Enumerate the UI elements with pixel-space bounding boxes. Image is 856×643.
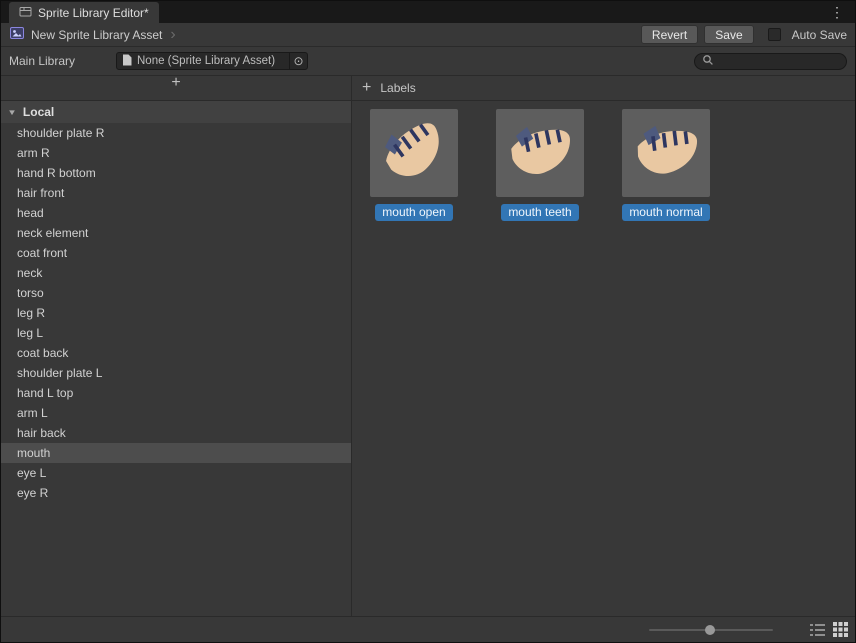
footer-bar [1,616,855,642]
category-item[interactable]: hand L top [1,383,351,403]
categories-header: + Categories [1,76,352,100]
list-view-icon[interactable] [808,621,826,639]
category-item[interactable]: mouth [1,443,351,463]
revert-button[interactable]: Revert [641,25,698,44]
category-item[interactable]: hand R bottom [1,163,351,183]
sprite-label[interactable]: mouth open [375,204,452,221]
breadcrumb[interactable]: New Sprite Library Asset [31,28,162,42]
zoom-slider[interactable] [649,629,773,631]
category-item[interactable]: eye R [1,483,351,503]
object-field-value: None (Sprite Library Asset) [137,55,275,67]
add-label-icon[interactable]: + [362,81,371,95]
search-input[interactable] [718,55,839,67]
search-icon [702,54,714,69]
sprite-library-asset-icon [9,25,25,44]
label-cards: mouth open [352,101,855,221]
zoom-slider-knob[interactable] [705,625,715,635]
local-foldout[interactable]: ▼ Local [1,101,351,123]
category-item[interactable]: shoulder plate L [1,363,351,383]
main-area: ▼ Local shoulder plate R arm R hand R bo… [1,101,855,616]
main-library-object-field[interactable]: None (Sprite Library Asset) ⊙ [116,52,308,70]
asset-doc-icon [122,54,132,69]
category-item[interactable]: hair front [1,183,351,203]
sprite-card[interactable]: mouth teeth [496,109,584,221]
category-item[interactable]: torso [1,283,351,303]
labels-panel: mouth open [352,101,855,616]
toolbar: New Sprite Library Asset › Revert Save A… [1,23,855,47]
breadcrumb-chevron-icon: › [170,27,175,43]
local-group-label: Local [23,105,54,119]
category-list: shoulder plate R arm R hand R bottom hai… [1,123,351,503]
sprite-image [500,113,580,193]
window-menu-icon[interactable]: ⋮ [830,4,845,21]
save-button[interactable]: Save [704,25,753,44]
sprite-card[interactable]: mouth normal [622,109,710,221]
category-item[interactable]: coat back [1,343,351,363]
category-item[interactable]: arm L [1,403,351,423]
category-item[interactable]: arm R [1,143,351,163]
auto-save-checkbox[interactable] [768,28,781,41]
categories-panel: ▼ Local shoulder plate R arm R hand R bo… [1,101,352,616]
tab-icon [19,5,32,21]
category-item[interactable]: neck element [1,223,351,243]
sprite-thumbnail[interactable] [370,109,458,197]
sprite-thumbnail[interactable] [496,109,584,197]
category-item[interactable]: shoulder plate R [1,123,351,143]
category-item[interactable]: neck [1,263,351,283]
object-picker-icon[interactable]: ⊙ [289,53,307,69]
add-category-icon[interactable]: + [171,76,180,90]
categories-header-label: Categories [147,99,205,100]
auto-save-label: Auto Save [792,28,847,42]
tab-sprite-library-editor[interactable]: Sprite Library Editor* [9,2,159,23]
sprite-card[interactable]: mouth open [370,109,458,221]
grid-view-icon[interactable] [831,621,849,639]
sprite-image [626,113,706,193]
object-field-content[interactable]: None (Sprite Library Asset) [117,54,289,69]
category-item[interactable]: leg R [1,303,351,323]
sprite-thumbnail[interactable] [622,109,710,197]
panel-headers: + Categories + Labels [1,76,855,101]
tab-bar: Sprite Library Editor* ⋮ [1,1,855,23]
sprite-library-editor-window: Sprite Library Editor* ⋮ New Sprite Libr… [0,0,856,643]
sprite-label[interactable]: mouth teeth [501,204,578,221]
labels-header-label: Labels [380,81,415,95]
category-item[interactable]: coat front [1,243,351,263]
category-item[interactable]: hair back [1,423,351,443]
sprite-label[interactable]: mouth normal [622,204,709,221]
category-item[interactable]: leg L [1,323,351,343]
tab-title: Sprite Library Editor* [38,6,149,20]
foldout-triangle-icon[interactable]: ▼ [7,108,17,117]
category-item[interactable]: eye L [1,463,351,483]
search-field[interactable] [694,53,847,70]
sprite-image [374,113,454,193]
labels-header: + Labels [352,76,855,100]
main-library-label: Main Library [9,54,116,68]
category-item[interactable]: head [1,203,351,223]
main-library-row: Main Library None (Sprite Library Asset)… [1,47,855,76]
